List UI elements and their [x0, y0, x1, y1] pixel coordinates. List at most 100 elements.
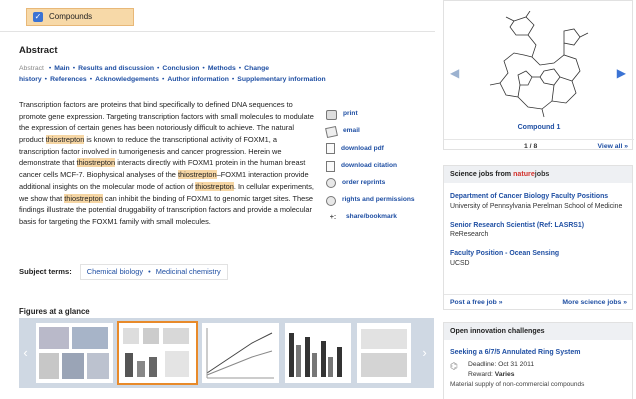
printer-icon[interactable]	[326, 109, 337, 120]
compounds-toggle[interactable]: ✓ Compounds	[26, 8, 134, 26]
compound-widget: ◀ ▶ Compound 1 1 / 8 View all »	[443, 0, 634, 151]
section-nav: Abstract • Main • Results and discussion • Co…	[19, 64, 429, 85]
naturejobs-logo-nature[interactable]: nature	[513, 170, 535, 178]
molecule-icon: ⌬	[450, 361, 458, 372]
figure-thumbnail[interactable]	[202, 323, 279, 383]
subject-term-link[interactable]: Medicinal chemistry	[156, 267, 221, 276]
figure-5-image	[361, 329, 407, 377]
challenge-reward: Reward: Varies	[468, 370, 534, 379]
section-nav-current: Abstract	[19, 65, 44, 72]
figure-4-image	[289, 333, 342, 377]
tool-label[interactable]: share/bookmark	[346, 213, 397, 222]
citation-icon[interactable]	[326, 160, 335, 172]
section-nav-link[interactable]: Conclusion	[162, 65, 199, 72]
compounds-bar: ✓ Compounds	[0, 0, 435, 32]
abstract-text: Transcription factors are proteins that …	[19, 99, 314, 228]
figure-thumbnail[interactable]	[357, 323, 411, 383]
job-employer: University of Pennsylvania Perelman Scho…	[450, 202, 623, 210]
section-nav-link[interactable]: Results and discussion	[78, 65, 154, 72]
section-nav-link[interactable]: References	[50, 76, 87, 83]
section-nav-link[interactable]: Acknowledgements	[95, 76, 159, 83]
figure-thumbnail[interactable]	[285, 323, 351, 383]
figure-3-image	[206, 328, 274, 379]
view-all-link[interactable]: View all »	[598, 142, 628, 151]
compound-next-icon[interactable]: ▶	[617, 65, 626, 81]
job-title-link[interactable]: Faculty Position - Ocean Sensing	[450, 250, 559, 257]
job-employer: ReResearch	[450, 231, 489, 239]
article-tools: print email download pdf download citation o…	[325, 106, 436, 226]
rights-and-permissions-tool[interactable]: rights and permissions	[326, 192, 436, 209]
figure-thumbnail[interactable]	[117, 321, 198, 385]
job-item: Department of Cancer Biology Faculty Pos…	[444, 192, 632, 212]
subject-terms-links: Chemical biology • Medicinal chemistry	[79, 264, 228, 280]
challenge-details: ⌬ Deadline: Oct 31 2011 Reward: Varies	[444, 360, 632, 379]
nav-separator: •	[238, 65, 242, 72]
email-icon[interactable]	[325, 125, 338, 138]
download-citation-tool[interactable]: download citation	[326, 158, 436, 175]
job-title-link[interactable]: Department of Cancer Biology Faculty Pos…	[450, 193, 608, 200]
job-item: Faculty Position - Ocean Sensing UCSD	[444, 249, 632, 269]
right-sidebar: ◀ ▶ Compound 1 1 / 8 View all » Science …	[441, 0, 636, 399]
jobs-widget: Science jobs from naturejobs Department …	[443, 165, 633, 310]
email-tool[interactable]: email	[325, 123, 436, 140]
nav-separator: •	[72, 65, 76, 72]
nav-separator: •	[231, 75, 235, 83]
job-employer: UCSD	[450, 259, 470, 267]
compound-prev-icon[interactable]: ◀	[450, 65, 459, 81]
jobs-heading: Science jobs from naturejobs	[444, 166, 632, 183]
checkbox-icon[interactable]: ✓	[33, 12, 43, 22]
reprints-icon[interactable]	[326, 178, 336, 189]
nav-separator: •	[89, 75, 93, 83]
permissions-icon[interactable]	[326, 195, 336, 206]
tool-label[interactable]: download pdf	[341, 145, 384, 154]
figure-thumbnail[interactable]	[36, 323, 113, 383]
carousel-prev-icon[interactable]: ‹	[22, 346, 29, 360]
challenge-reward-label: Reward:	[468, 370, 495, 378]
share-icon[interactable]: +:	[326, 213, 340, 223]
highlighted-term: thiostrepton	[177, 170, 217, 180]
article-main: ✓ Compounds Abstract Abstract • Main • Resu…	[0, 0, 436, 399]
tool-label[interactable]: download citation	[341, 162, 397, 171]
compound-structure-image[interactable]	[484, 11, 596, 119]
job-title-link[interactable]: Senior Research Scientist (Ref: LASRS1)	[450, 222, 584, 229]
pdf-icon[interactable]	[326, 143, 335, 155]
subject-terms-label: Subject terms:	[19, 266, 72, 276]
compound-footer: 1 / 8 View all »	[444, 139, 634, 151]
download-pdf-tool[interactable]: download pdf	[326, 140, 436, 157]
order-reprints-tool[interactable]: order reprints	[326, 175, 436, 192]
challenge-title-link[interactable]: Seeking a 6/7/5 Annulated Ring System	[444, 348, 632, 357]
subject-terms: Subject terms: Chemical biology • Medici…	[19, 264, 228, 280]
post-job-link[interactable]: Post a free job »	[450, 298, 503, 307]
print-tool[interactable]: print	[326, 106, 436, 123]
nav-separator: •	[44, 75, 48, 83]
jobs-heading-text: Science jobs from	[450, 170, 514, 178]
figure-2-image	[123, 328, 189, 377]
tool-label[interactable]: rights and permissions	[342, 196, 415, 205]
section-nav-link[interactable]: Supplementary information	[237, 76, 325, 83]
highlighted-term: thiostrepton	[195, 181, 234, 191]
more-jobs-link[interactable]: More science jobs »	[562, 298, 627, 307]
tool-label[interactable]: email	[343, 127, 360, 136]
nav-separator: •	[48, 65, 52, 72]
nav-separator: •	[161, 75, 165, 83]
innovation-widget: Open innovation challenges Seeking a 6/7…	[443, 322, 633, 399]
section-nav-link[interactable]: Main	[54, 65, 69, 72]
subject-term-link[interactable]: Chemical biology	[87, 267, 143, 276]
share-bookmark-tool[interactable]: +: share/bookmark	[326, 209, 436, 226]
innovation-heading: Open innovation challenges	[444, 323, 632, 340]
nav-separator: •	[202, 65, 205, 72]
challenge-deadline: Deadline: Oct 31 2011	[468, 361, 535, 369]
jobs-footer: Post a free job » More science jobs »	[444, 294, 632, 309]
carousel-next-icon[interactable]: ›	[421, 346, 428, 360]
tool-label[interactable]: print	[343, 110, 358, 119]
section-nav-link[interactable]: Author information	[167, 76, 229, 83]
compound-name-link[interactable]: Compound 1	[444, 123, 634, 132]
figures-heading: Figures at a glance	[19, 307, 90, 316]
highlighted-term: thiostrepton	[45, 135, 85, 145]
compound-counter: 1 / 8	[524, 143, 538, 150]
naturejobs-logo-jobs[interactable]: jobs	[535, 170, 550, 178]
section-nav-link[interactable]: Methods	[208, 65, 236, 72]
figures-carousel: ‹ ›	[19, 318, 434, 388]
tool-label[interactable]: order reprints	[342, 179, 385, 188]
highlighted-term: thiostrepton	[76, 158, 116, 168]
